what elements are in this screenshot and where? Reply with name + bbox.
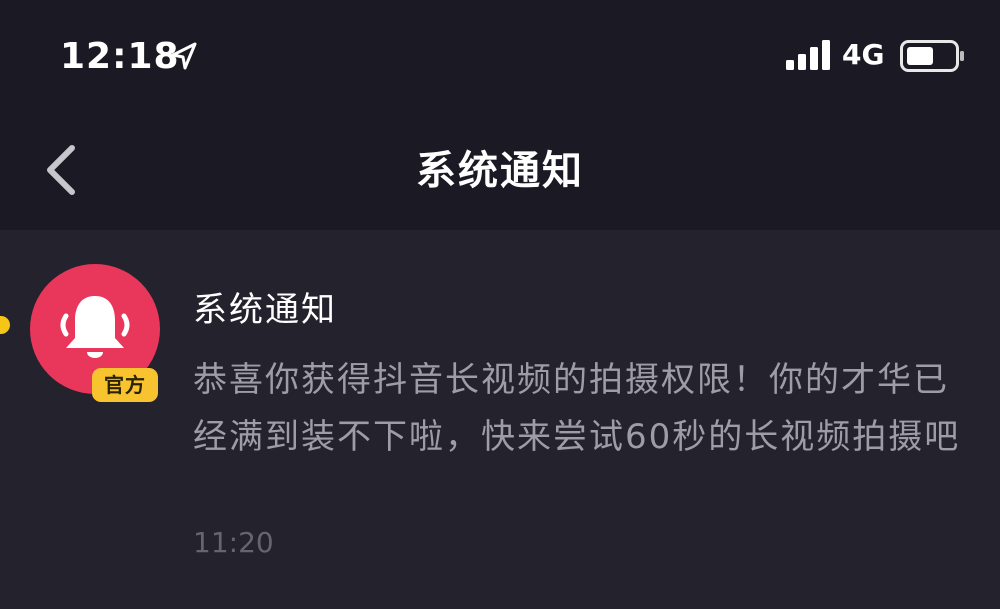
- battery-icon: [900, 40, 964, 72]
- back-button[interactable]: [30, 138, 90, 202]
- bell-icon: [60, 296, 130, 358]
- notification-list: 官方 系统通知 恭喜你获得抖音长视频的拍摄权限！你的才华已经满到装不下啦，快来尝…: [0, 230, 1000, 609]
- notification-body: 恭喜你获得抖音长视频的拍摄权限！你的才华已经满到装不下啦，快来尝试60秒的长视频…: [193, 360, 961, 457]
- official-badge: 官方: [92, 368, 158, 402]
- location-arrow-icon: [171, 42, 197, 70]
- network-label: 4G: [842, 38, 885, 71]
- signal-icon: [786, 40, 830, 70]
- notification-time: 11:20: [193, 526, 274, 559]
- notification-sender: 系统通知: [193, 290, 337, 330]
- unread-dot: [0, 316, 10, 334]
- status-bar: 12:18 4G: [0, 0, 1000, 110]
- nav-bar: 系统通知: [0, 110, 1000, 230]
- status-time: 12:18: [60, 36, 180, 77]
- page-title: 系统通知: [416, 148, 584, 194]
- screen: 12:18 4G 系统通知 官方 系统通知 恭喜你获得抖音长视频的拍摄权限！你的…: [0, 0, 1000, 609]
- chevron-left-icon: [47, 145, 75, 195]
